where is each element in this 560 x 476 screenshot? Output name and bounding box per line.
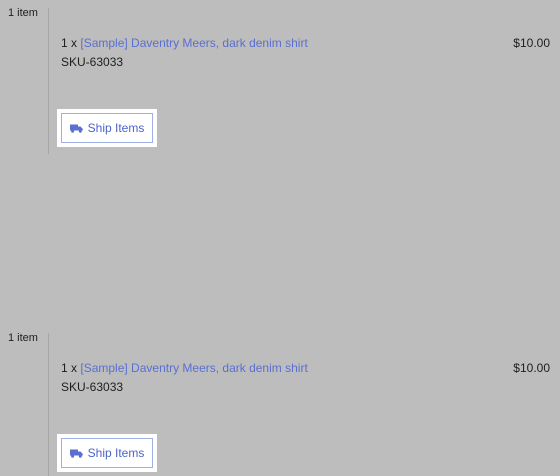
divider <box>48 333 49 476</box>
product-link[interactable]: [Sample] Daventry Meers, dark denim shir… <box>80 36 307 50</box>
item-quantity: 1 x <box>61 361 78 375</box>
item-count: 1 item <box>8 332 38 344</box>
shipment-group: 1 item 1 x [Sample] Daventry Meers, dark… <box>0 0 560 160</box>
ship-items-button-wrapper: Ship Items <box>57 434 157 472</box>
truck-icon <box>69 449 83 458</box>
line-item: 1 x [Sample] Daventry Meers, dark denim … <box>61 361 308 375</box>
item-price: $10.00 <box>513 361 550 375</box>
ship-items-label: Ship Items <box>87 121 145 135</box>
item-sku: SKU-63033 <box>61 55 124 69</box>
divider <box>48 8 49 154</box>
line-item: 1 x [Sample] Daventry Meers, dark denim … <box>61 36 308 50</box>
item-quantity: 1 x <box>61 36 78 50</box>
order-shipments-page: 1 item 1 x [Sample] Daventry Meers, dark… <box>0 0 560 476</box>
shipment-group: 1 item 1 x [Sample] Daventry Meers, dark… <box>0 325 560 476</box>
ship-items-button[interactable]: Ship Items <box>61 113 153 143</box>
ship-items-button-wrapper: Ship Items <box>57 109 157 147</box>
item-price: $10.00 <box>513 36 550 50</box>
item-count: 1 item <box>8 7 38 19</box>
ship-items-button[interactable]: Ship Items <box>61 438 153 468</box>
ship-items-label: Ship Items <box>87 446 145 460</box>
truck-icon <box>69 124 83 133</box>
product-link[interactable]: [Sample] Daventry Meers, dark denim shir… <box>80 361 307 375</box>
item-sku: SKU-63033 <box>61 380 124 394</box>
